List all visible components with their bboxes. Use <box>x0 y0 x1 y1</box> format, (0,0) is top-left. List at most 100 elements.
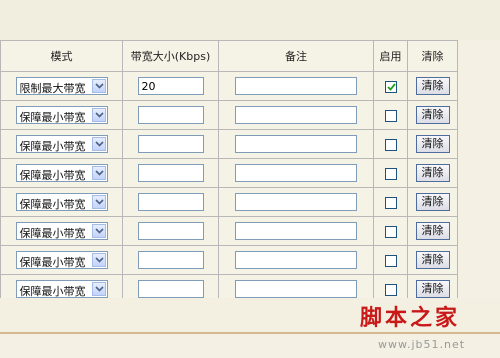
enable-checkbox[interactable] <box>384 254 397 267</box>
table-row: 保障最小带宽 清除 <box>0 187 458 217</box>
bandwidth-input[interactable] <box>137 135 204 153</box>
dropdown-button[interactable] <box>91 108 106 122</box>
dropdown-button[interactable] <box>91 224 106 238</box>
mode-select[interactable]: 保障最小带宽 <box>15 106 108 124</box>
header-note: 备注 <box>218 40 374 72</box>
clear-cell: 清除 <box>407 216 458 246</box>
enable-cell <box>373 187 408 217</box>
dropdown-button[interactable] <box>91 166 106 180</box>
chevron-down-icon <box>94 112 104 118</box>
watermark-url: www.jb51.net <box>378 338 466 351</box>
bandwidth-input[interactable] <box>137 251 204 269</box>
enable-cell <box>373 216 408 246</box>
mode-select-value: 保障最小带宽 <box>19 285 86 298</box>
mode-cell: 保障最小带宽 <box>0 100 123 130</box>
clear-button[interactable]: 清除 <box>415 164 450 182</box>
clear-cell: 清除 <box>407 245 458 275</box>
enable-checkbox[interactable] <box>384 167 397 180</box>
chevron-down-icon <box>94 228 104 234</box>
top-strip <box>0 0 500 40</box>
header-clear: 清除 <box>407 40 458 72</box>
mode-cell: 保障最小带宽 <box>0 129 123 159</box>
note-cell <box>218 216 374 246</box>
dropdown-button[interactable] <box>91 195 106 209</box>
enable-checkbox[interactable] <box>384 80 397 93</box>
mode-select-value: 保障最小带宽 <box>19 256 86 269</box>
clear-button[interactable]: 清除 <box>415 251 450 269</box>
header-bandwidth: 带宽大小(Kbps) <box>122 40 219 72</box>
dropdown-button[interactable] <box>91 253 106 267</box>
bandwidth-cell <box>122 187 219 217</box>
chevron-down-icon <box>94 257 104 263</box>
clear-button[interactable]: 清除 <box>415 280 450 298</box>
bandwidth-input[interactable] <box>137 193 204 211</box>
clear-cell: 清除 <box>407 187 458 217</box>
enable-cell <box>373 158 408 188</box>
table-row: 保障最小带宽 清除 <box>0 245 458 275</box>
table-body: 限制最大带宽清除保障最小带宽清除保障最小带宽清除保障最小带宽清除保障最小带宽清除… <box>0 71 458 304</box>
mode-cell: 限制最大带宽 <box>0 71 123 101</box>
watermark-logo: 脚本之家 www.jb51.net <box>360 300 500 358</box>
chevron-down-icon <box>94 170 104 176</box>
table-row: 保障最小带宽 清除 <box>0 216 458 246</box>
note-input[interactable] <box>235 164 357 182</box>
note-input[interactable] <box>235 135 357 153</box>
table-row: 保障最小带宽 清除 <box>0 158 458 188</box>
note-input[interactable] <box>235 77 357 95</box>
clear-button[interactable]: 清除 <box>415 222 450 240</box>
mode-select-value: 保障最小带宽 <box>19 198 86 211</box>
clear-button[interactable]: 清除 <box>415 106 450 124</box>
note-input[interactable] <box>235 222 357 240</box>
bandwidth-cell <box>122 100 219 130</box>
note-cell <box>218 71 374 101</box>
mode-select-value: 限制最大带宽 <box>19 82 86 95</box>
chevron-down-icon <box>94 286 104 292</box>
header-enable: 启用 <box>373 40 408 72</box>
header-mode: 模式 <box>0 40 123 72</box>
enable-checkbox[interactable] <box>384 225 397 238</box>
watermark-main-text: 脚本之家 <box>360 305 461 331</box>
note-input[interactable] <box>235 193 357 211</box>
mode-select[interactable]: 保障最小带宽 <box>15 280 108 298</box>
bandwidth-cell <box>122 245 219 275</box>
mode-select[interactable]: 限制最大带宽 <box>15 77 108 95</box>
bandwidth-input[interactable] <box>137 280 204 298</box>
bandwidth-input[interactable] <box>137 77 204 95</box>
note-input[interactable] <box>235 251 357 269</box>
note-cell <box>218 129 374 159</box>
mode-cell: 保障最小带宽 <box>0 245 123 275</box>
mode-select[interactable]: 保障最小带宽 <box>15 164 108 182</box>
mode-cell: 保障最小带宽 <box>0 216 123 246</box>
bandwidth-input[interactable] <box>137 164 204 182</box>
bandwidth-cell <box>122 129 219 159</box>
mode-select-value: 保障最小带宽 <box>19 169 86 182</box>
note-input[interactable] <box>235 106 357 124</box>
dropdown-button[interactable] <box>91 79 106 93</box>
note-input[interactable] <box>235 280 357 298</box>
clear-button[interactable]: 清除 <box>415 135 450 153</box>
mode-select[interactable]: 保障最小带宽 <box>15 193 108 211</box>
enable-cell <box>373 245 408 275</box>
mode-cell: 保障最小带宽 <box>0 158 123 188</box>
dropdown-button[interactable] <box>91 282 106 296</box>
dropdown-button[interactable] <box>91 137 106 151</box>
bandwidth-cell <box>122 71 219 101</box>
mode-select[interactable]: 保障最小带宽 <box>15 251 108 269</box>
enable-checkbox[interactable] <box>384 138 397 151</box>
clear-button[interactable]: 清除 <box>415 193 450 211</box>
table-row: 限制最大带宽 清除 <box>0 71 458 101</box>
mode-select-value: 保障最小带宽 <box>19 227 86 240</box>
mode-select[interactable]: 保障最小带宽 <box>15 135 108 153</box>
bandwidth-input[interactable] <box>137 106 204 124</box>
enable-checkbox[interactable] <box>384 283 397 296</box>
bandwidth-input[interactable] <box>137 222 204 240</box>
clear-button[interactable]: 清除 <box>415 77 450 95</box>
mode-select[interactable]: 保障最小带宽 <box>15 222 108 240</box>
enable-cell <box>373 129 408 159</box>
enable-checkbox[interactable] <box>384 109 397 122</box>
chevron-down-icon <box>94 83 104 89</box>
clear-cell: 清除 <box>407 129 458 159</box>
clear-cell: 清除 <box>407 100 458 130</box>
enable-checkbox[interactable] <box>384 196 397 209</box>
table-row: 保障最小带宽 清除 <box>0 100 458 130</box>
